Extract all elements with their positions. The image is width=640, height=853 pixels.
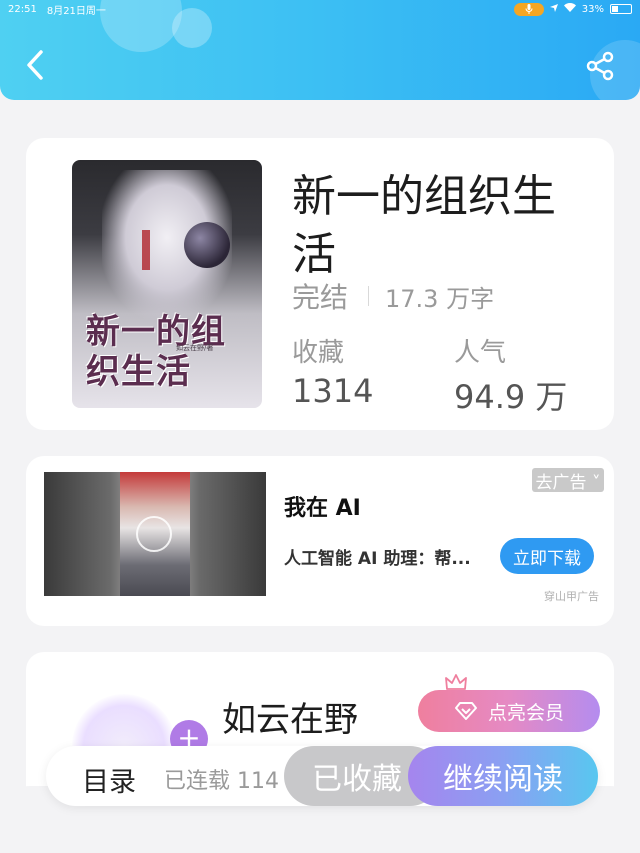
ad-source: 穿山甲广告 (544, 590, 599, 603)
meta-divider (368, 286, 370, 306)
author-name[interactable]: 如云在野 (222, 692, 358, 741)
book-title: 新一的组织生活 (292, 171, 556, 280)
ad-image[interactable] (44, 472, 266, 596)
book-meta: 完结 17.3 万字 (292, 276, 494, 316)
play-icon (136, 516, 172, 552)
vip-button[interactable]: 点亮会员 (418, 690, 600, 732)
remove-ad-button[interactable]: 去广告 ˅ (532, 468, 604, 493)
cover-author: 如云在野/著 (176, 344, 214, 352)
toc-button[interactable]: 目录 (82, 760, 136, 799)
ad-card[interactable]: 去广告 ˅ 我在 AI 人工智能 AI 助理：帮... 立即下载 穿山甲广告 (26, 456, 614, 626)
bottom-action-bar: 目录 已连载 114 已收藏 继续阅读 (46, 746, 598, 806)
cover-orb-decoration (184, 222, 230, 268)
battery-icon (610, 4, 632, 14)
battery-percentage: 33% (581, 3, 604, 15)
status-date: 8月21日周一 (46, 5, 106, 17)
vip-label: 点亮会员 (487, 701, 564, 724)
favorites-label: 收藏 (292, 338, 345, 368)
popularity-label: 人气 (454, 338, 507, 368)
share-icon (586, 51, 614, 81)
diamond-icon (454, 702, 477, 720)
header: 22:51 8月21日周一 33% (0, 0, 640, 100)
book-cover[interactable]: 新一的组织生活 如云在野/著 (72, 160, 262, 408)
status-bar: 22:51 8月21日周一 33% (0, 0, 640, 18)
location-icon (549, 3, 558, 15)
continue-reading-button[interactable]: 继续阅读 (408, 746, 598, 806)
ad-title: 我在 AI (284, 496, 361, 521)
microphone-icon (513, 2, 544, 16)
back-button[interactable] (18, 46, 52, 84)
wifi-icon (563, 3, 576, 15)
chevron-left-icon (27, 50, 43, 80)
favorites-value: 1314 (292, 372, 374, 410)
book-status: 完结 (292, 281, 349, 314)
book-word-count: 17.3 万字 (385, 284, 495, 313)
ad-description: 人工智能 AI 助理：帮... (284, 549, 471, 569)
cover-accent-decoration (142, 230, 150, 270)
cover-title: 新一的组织生活 (86, 312, 226, 392)
download-button[interactable]: 立即下载 (500, 538, 594, 574)
share-button[interactable] (582, 48, 618, 84)
popularity-value: 94.9 万 (454, 378, 568, 416)
book-info-card: 新一的组织生活 如云在野/著 新一的组织生活 完结 17.3 万字 收藏 131… (26, 138, 614, 430)
crown-icon (445, 674, 467, 690)
serial-status[interactable]: 已连载 114 (164, 763, 294, 795)
status-time: 22:51 (8, 3, 37, 15)
